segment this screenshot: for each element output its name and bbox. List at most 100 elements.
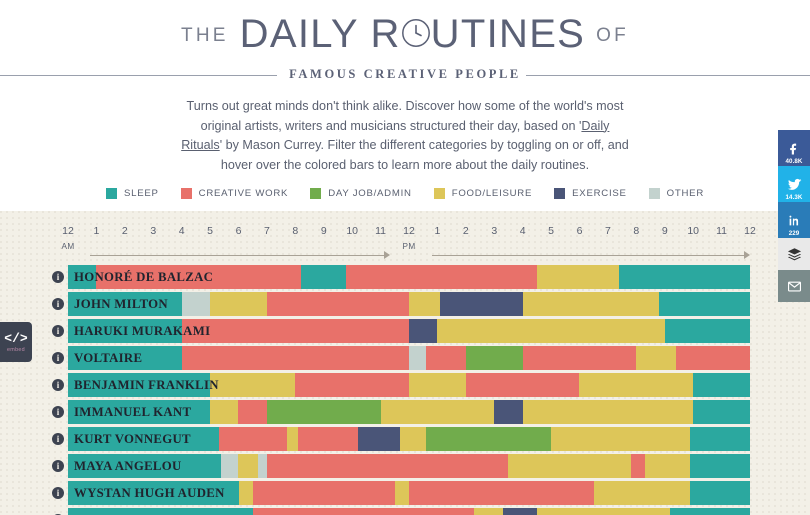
bar-segment[interactable] bbox=[68, 508, 253, 515]
bar-segment[interactable] bbox=[210, 292, 267, 316]
email-share-button[interactable] bbox=[778, 270, 810, 302]
bar-segment[interactable] bbox=[690, 427, 750, 451]
bar-segment[interactable] bbox=[298, 427, 358, 451]
info-icon[interactable]: i bbox=[52, 271, 64, 283]
bar-segment[interactable] bbox=[400, 427, 426, 451]
bar-segment[interactable] bbox=[644, 454, 691, 478]
linkedin-share-button[interactable]: 229 bbox=[778, 202, 810, 238]
bar-segment[interactable] bbox=[181, 346, 409, 370]
bar-segment[interactable] bbox=[266, 292, 409, 316]
info-icon[interactable]: i bbox=[52, 325, 64, 337]
legend-item-day-job-admin[interactable]: DAY JOB/ADMIN bbox=[310, 188, 412, 199]
bar-segment[interactable] bbox=[68, 400, 211, 424]
bar-segment[interactable] bbox=[593, 481, 691, 505]
bar-segment[interactable] bbox=[508, 454, 631, 478]
bar-segment[interactable] bbox=[286, 427, 299, 451]
buffer-share-button[interactable] bbox=[778, 238, 810, 270]
bar-segment[interactable] bbox=[426, 346, 466, 370]
bar-segment[interactable] bbox=[408, 346, 427, 370]
routine-row[interactable]: i KURT VONNEGUT bbox=[0, 427, 810, 451]
bar-segment[interactable] bbox=[68, 319, 182, 343]
bar-segment[interactable] bbox=[394, 481, 409, 505]
bar-segment[interactable] bbox=[221, 454, 239, 478]
bar-segment[interactable] bbox=[630, 454, 645, 478]
bar-segment[interactable] bbox=[536, 508, 671, 515]
legend-item-creative-work[interactable]: CREATIVE WORK bbox=[180, 188, 289, 199]
info-icon[interactable]: i bbox=[52, 352, 64, 364]
bar-segment[interactable] bbox=[676, 346, 750, 370]
routine-row[interactable]: i IMMANUEL KANT bbox=[0, 400, 810, 424]
bar-segment[interactable] bbox=[636, 346, 677, 370]
bar-segment[interactable] bbox=[522, 400, 694, 424]
bar-segment[interactable] bbox=[68, 346, 182, 370]
bar-segment[interactable] bbox=[252, 481, 395, 505]
routine-row[interactable]: i VOLTAIRE bbox=[0, 346, 810, 370]
bar-segment[interactable] bbox=[68, 292, 182, 316]
legend-item-exercise[interactable]: EXERCISE bbox=[554, 188, 627, 199]
bar-segment[interactable] bbox=[238, 400, 267, 424]
bar-segment[interactable] bbox=[218, 427, 287, 451]
bar-segment[interactable] bbox=[690, 481, 750, 505]
bar-segment[interactable] bbox=[181, 292, 211, 316]
bar-segment[interactable] bbox=[437, 319, 665, 343]
bar-segment[interactable] bbox=[68, 265, 97, 289]
info-icon[interactable]: i bbox=[52, 487, 64, 499]
bar-segment[interactable] bbox=[238, 481, 253, 505]
bar-segment[interactable] bbox=[68, 427, 219, 451]
bar-segment[interactable] bbox=[266, 400, 381, 424]
bar-segment[interactable] bbox=[465, 346, 523, 370]
bar-segment[interactable] bbox=[619, 265, 750, 289]
bar-segment[interactable] bbox=[536, 265, 620, 289]
bar-segment[interactable] bbox=[68, 481, 239, 505]
twitter-share-button[interactable]: 14.3K bbox=[778, 166, 810, 202]
legend-item-food-leisure[interactable]: FOOD/LEISURE bbox=[433, 188, 532, 199]
bar-segment[interactable] bbox=[494, 400, 523, 424]
bar-segment[interactable] bbox=[252, 508, 475, 515]
bar-segment[interactable] bbox=[357, 427, 401, 451]
routine-row[interactable]: i WYSTAN HUGH AUDEN bbox=[0, 481, 810, 505]
bar-segment[interactable] bbox=[659, 292, 750, 316]
bar-segment[interactable] bbox=[380, 400, 495, 424]
info-icon[interactable]: i bbox=[52, 406, 64, 418]
bar-segment[interactable] bbox=[522, 292, 660, 316]
bar-segment[interactable] bbox=[408, 481, 594, 505]
embed-button[interactable]: </> embed bbox=[0, 322, 32, 362]
routine-row[interactable]: i MAYA ANGELOU bbox=[0, 454, 810, 478]
bar-segment[interactable] bbox=[408, 319, 438, 343]
bar-segment[interactable] bbox=[68, 454, 222, 478]
bar-segment[interactable] bbox=[408, 292, 441, 316]
bar-segment[interactable] bbox=[474, 508, 503, 515]
bar-segment[interactable] bbox=[210, 400, 239, 424]
bar-segment[interactable] bbox=[408, 373, 466, 397]
bar-segment[interactable] bbox=[346, 265, 537, 289]
legend-item-sleep[interactable]: SLEEP bbox=[105, 188, 159, 199]
bar-segment[interactable] bbox=[693, 373, 750, 397]
facebook-share-button[interactable]: 40.8K bbox=[778, 130, 810, 166]
bar-segment[interactable] bbox=[690, 454, 750, 478]
bar-segment[interactable] bbox=[502, 508, 537, 515]
bar-segment[interactable] bbox=[210, 373, 296, 397]
bar-segment[interactable] bbox=[551, 427, 691, 451]
bar-segment[interactable] bbox=[238, 454, 259, 478]
info-icon[interactable]: i bbox=[52, 298, 64, 310]
bar-segment[interactable] bbox=[693, 400, 750, 424]
info-icon[interactable]: i bbox=[52, 379, 64, 391]
bar-segment[interactable] bbox=[68, 373, 211, 397]
bar-segment[interactable] bbox=[301, 265, 347, 289]
bar-segment[interactable] bbox=[465, 373, 580, 397]
routine-row[interactable]: i HONORÉ DE BALZAC bbox=[0, 265, 810, 289]
bar-segment[interactable] bbox=[426, 427, 552, 451]
routine-row[interactable]: iLUDWIG VAN BEETHOVEN bbox=[0, 508, 810, 515]
bar-segment[interactable] bbox=[579, 373, 694, 397]
bar-segment[interactable] bbox=[181, 319, 409, 343]
bar-segment[interactable] bbox=[295, 373, 409, 397]
info-icon[interactable]: i bbox=[52, 460, 64, 472]
routine-row[interactable]: i BENJAMIN FRANKLIN bbox=[0, 373, 810, 397]
bar-segment[interactable] bbox=[664, 319, 750, 343]
bar-segment[interactable] bbox=[96, 265, 301, 289]
bar-segment[interactable] bbox=[266, 454, 509, 478]
info-icon[interactable]: i bbox=[52, 433, 64, 445]
routine-row[interactable]: i HARUKI MURAKAMI bbox=[0, 319, 810, 343]
bar-segment[interactable] bbox=[440, 292, 523, 316]
bar-segment[interactable] bbox=[670, 508, 750, 515]
